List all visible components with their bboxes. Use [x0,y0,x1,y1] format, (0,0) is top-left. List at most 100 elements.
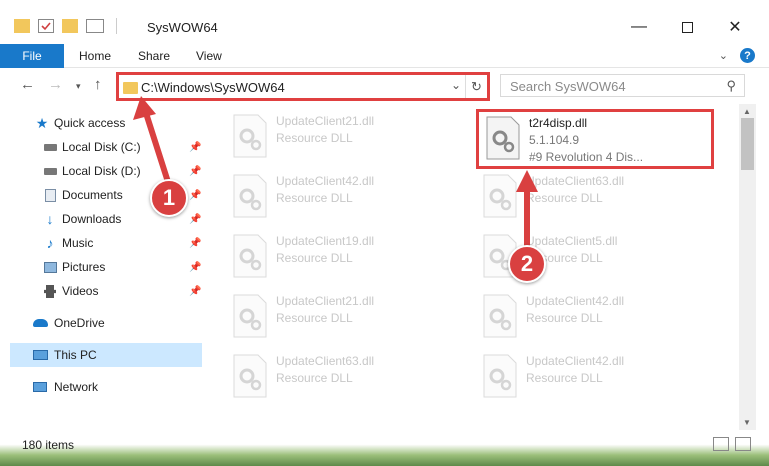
file-item[interactable]: UpdateClient42.dll Resource DLL [476,350,706,402]
sidebar-item-label: Local Disk (C:) [62,140,141,154]
title-bar: SysWOW64 — ✕ [0,0,769,44]
sidebar-item-music[interactable]: ♪ Music 📌 [0,231,202,255]
sidebar-item-quick-access[interactable]: ★ Quick access [0,111,202,135]
file-description: #9 Revolution 4 Dis... [529,150,644,164]
documents-icon [42,188,58,202]
file-name: UpdateClient19.dll [276,234,375,248]
callout-badge-1: 1 [150,179,188,217]
file-name: UpdateClient63.dll [526,174,625,188]
pin-icon[interactable]: 📌 [189,238,201,249]
network-icon [32,380,48,394]
recent-locations-icon[interactable]: ▾ [76,81,81,92]
maximize-button[interactable] [664,12,710,42]
sidebar-item-onedrive[interactable]: OneDrive [0,311,202,335]
folder-icon[interactable] [14,19,30,33]
callout-badge-2: 2 [508,245,546,283]
folder-icon [123,82,138,94]
file-name: UpdateClient63.dll [276,354,375,368]
search-input[interactable]: Search SysWOW64 ⚲ [500,74,745,97]
item-count: 180 items [22,438,75,452]
sidebar-item-label: Pictures [62,260,106,274]
sidebar-item-label: Network [54,380,99,394]
file-name: UpdateClient42.dll [526,294,625,308]
scroll-down-icon[interactable]: ▼ [743,418,751,427]
refresh-icon[interactable]: ↻ [465,75,487,98]
scroll-up-icon[interactable]: ▲ [743,107,751,116]
expand-ribbon-icon[interactable]: ⌄ [719,49,728,62]
pin-icon[interactable]: 📌 [189,142,201,153]
sidebar-item-label: OneDrive [54,316,105,330]
file-item[interactable]: UpdateClient63.dll Resource DLL [476,170,706,222]
chevron-down-icon[interactable]: ⌄ [451,78,461,92]
file-name: UpdateClient42.dll [276,174,375,188]
file-item[interactable]: UpdateClient42.dll Resource DLL [226,170,456,222]
close-button[interactable]: ✕ [712,12,758,42]
customize-toolbar-icon[interactable] [86,19,104,33]
file-description: Resource DLL [276,191,353,205]
search-icon[interactable]: ⚲ [726,78,736,94]
dll-file-icon [233,354,267,398]
cloud-icon [32,316,48,330]
dll-file-icon [486,116,520,160]
pin-icon[interactable]: 📌 [189,166,201,177]
sidebar-item-label: Downloads [62,212,122,226]
file-description: Resource DLL [526,191,603,205]
search-placeholder: Search SysWOW64 [510,79,626,94]
status-bar: 180 items [0,430,769,466]
pin-icon[interactable]: 📌 [189,214,201,225]
file-item[interactable]: UpdateClient21.dll Resource DLL [226,290,456,342]
window-title: SysWOW64 [147,20,218,35]
file-description: Resource DLL [526,311,603,325]
sidebar-item-label: This PC [54,348,97,362]
file-item[interactable]: UpdateClient42.dll Resource DLL [476,290,706,342]
sidebar-item-label: Videos [62,284,99,298]
ribbon: File Home Share View ⌄ ? [0,44,769,68]
file-description: Resource DLL [276,371,353,385]
music-icon: ♪ [46,235,54,251]
file-item[interactable]: UpdateClient21.dll Resource DLL [226,110,456,162]
tab-view[interactable]: View [196,49,222,63]
sidebar-item-network[interactable]: Network [0,375,202,399]
minimize-button[interactable]: — [616,12,662,42]
view-switcher [713,437,751,451]
drive-icon [42,164,58,178]
file-view: UpdateClient21.dll Resource DLL t2r4disp… [206,104,739,430]
scroll-thumb[interactable] [741,118,754,170]
up-arrow-icon[interactable]: ↑ [94,76,102,93]
pin-icon[interactable]: 📌 [189,262,201,273]
file-name: UpdateClient42.dll [526,354,625,368]
navigation-bar: ← → ▾ ↑ C:\Windows\SysWOW64 ⌄ ↻ Search S… [0,68,769,104]
dll-file-icon [483,174,517,218]
sidebar-item-this-pc[interactable]: This PC [10,343,202,367]
properties-icon[interactable] [38,19,54,33]
sidebar-item-label: Music [62,236,94,250]
large-icons-view-icon[interactable] [735,437,751,451]
details-view-icon[interactable] [713,437,729,451]
file-name: t2r4disp.dll [529,116,588,130]
sidebar-item-label: Documents [62,188,123,202]
new-folder-icon[interactable] [62,19,78,33]
address-path[interactable]: C:\Windows\SysWOW64 [141,80,285,95]
help-icon[interactable]: ? [740,48,755,63]
dll-file-icon [483,294,517,338]
ribbon-controls: ⌄ ? [719,48,755,63]
toolbar-divider [116,18,117,34]
sidebar-item-pictures[interactable]: Pictures 📌 [0,255,202,279]
file-item-highlighted[interactable]: t2r4disp.dll 5.1.104.9 #9 Revolution 4 D… [476,109,714,169]
forward-arrow-icon[interactable]: → [48,76,63,93]
pin-icon[interactable]: 📌 [189,190,201,201]
sidebar-item-videos[interactable]: Videos 📌 [0,279,202,303]
pin-icon[interactable]: 📌 [189,286,201,297]
computer-icon [32,348,48,362]
tab-share[interactable]: Share [138,49,170,63]
tab-home[interactable]: Home [79,49,111,63]
navigation-pane: ★ Quick access Local Disk (C:) 📌 Local D… [0,104,206,430]
download-icon: ↓ [46,211,54,227]
sidebar-item-local-disk-c[interactable]: Local Disk (C:) 📌 [0,135,202,159]
tab-file[interactable]: File [0,44,64,68]
file-item[interactable]: UpdateClient19.dll Resource DLL [226,230,456,282]
back-arrow-icon[interactable]: ← [20,76,35,93]
file-item[interactable]: UpdateClient63.dll Resource DLL [226,350,456,402]
vertical-scrollbar[interactable]: ▲ ▼ [739,104,756,430]
address-bar[interactable]: C:\Windows\SysWOW64 ⌄ ↻ [116,72,490,101]
